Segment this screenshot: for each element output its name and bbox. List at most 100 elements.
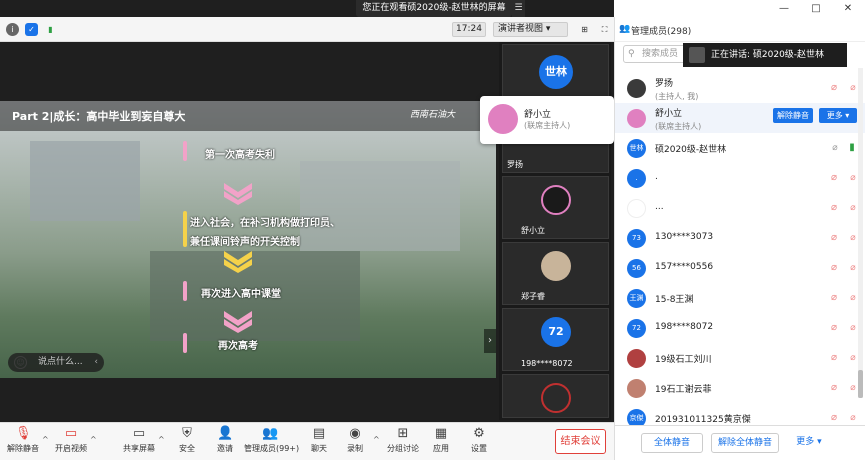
participant-row[interactable]: 73 130****3073 ⌀ ⌀ (615, 223, 865, 253)
step-marker (183, 281, 187, 301)
meeting-timer: 17:24 (452, 22, 486, 37)
video-tile[interactable]: 72 198****8072 (502, 308, 609, 371)
step-marker (183, 141, 187, 161)
mic-off-icon[interactable]: ⌀ (829, 232, 839, 244)
avatar (689, 47, 705, 63)
avatar (627, 109, 646, 128)
participant-row[interactable]: 19级石工刘川 ⌀ ⌀ (615, 343, 865, 373)
shield-icon[interactable]: ✓ (25, 23, 38, 36)
mic-on-icon[interactable]: ▮ (847, 142, 857, 154)
participant-row[interactable]: 19石工谢云菲 ⌀ ⌀ (615, 373, 865, 403)
slide-background-building (300, 161, 460, 251)
settings-button[interactable]: ⚙ 设置 (456, 425, 502, 459)
breakout-icon: ⊞ (397, 426, 409, 441)
chevron-right-icon[interactable]: › (484, 329, 496, 353)
video-off-icon[interactable]: ⌀ (847, 412, 859, 424)
mic-off-icon[interactable]: ⌀ (829, 262, 839, 274)
chevron-up-icon[interactable]: ^ (90, 435, 97, 444)
mute-all-button[interactable]: 全体静音 (641, 433, 703, 453)
participant-row[interactable]: 罗扬 (主持人, 我) ⌀ ⌀ (615, 73, 865, 103)
unmute-participant-button[interactable]: 解除静音 (773, 108, 813, 123)
chevron-down-icon[interactable]: ☰ (512, 0, 525, 17)
participant-row[interactable]: 56 157****0556 ⌀ ⌀ (615, 253, 865, 283)
view-mode-dropdown[interactable]: 演讲者视图 ▾ (493, 22, 568, 37)
speaker-role: (联席主持人) (524, 121, 571, 130)
avatar: 56 (627, 259, 646, 278)
participant-row[interactable]: 72 198****8072 ⌀ ⌀ (615, 313, 865, 343)
mic-off-icon[interactable]: ⌀ (829, 82, 839, 94)
minimize-button[interactable]: — (778, 3, 790, 15)
signal-icon[interactable]: ▮ (44, 23, 57, 36)
participant-name: ... (655, 202, 664, 212)
manage-participants-button[interactable]: 👥 管理成员(99+) (244, 425, 299, 459)
participant-name: 19级石工刘川 (655, 355, 712, 365)
mic-off-icon[interactable]: ⌀ (829, 322, 839, 334)
chevron-left-icon[interactable]: ‹ (94, 353, 98, 372)
avatar: 72 (541, 317, 571, 347)
mic-off-icon[interactable]: ⌀ (829, 292, 839, 304)
video-tile[interactable]: 舒小立 (502, 176, 609, 239)
unmute-all-button[interactable]: 解除全体静音 (711, 433, 779, 453)
gear-icon: ⚙ (473, 426, 485, 441)
step-marker (183, 211, 187, 247)
record-button[interactable]: ◉ 录制 (332, 425, 378, 459)
video-tile[interactable]: 郑子睿 (502, 242, 609, 305)
avatar (627, 79, 646, 98)
chevron-down-icon (224, 251, 252, 273)
avatar (627, 349, 646, 368)
chevron-up-icon[interactable]: ^ (373, 435, 380, 444)
chat-icon: ▤ (312, 426, 326, 441)
video-tile[interactable] (502, 374, 609, 418)
mic-off-icon[interactable]: ⌀ (829, 382, 839, 394)
step-3: 再次进入高中课堂 (201, 289, 281, 300)
chat-input[interactable]: 说点什么... ‹ (8, 353, 104, 372)
mic-off-icon[interactable]: ⌀ (829, 352, 839, 364)
avatar (627, 379, 646, 398)
fullscreen-icon[interactable]: ⛶ (598, 23, 611, 36)
participant-row[interactable]: 世林 硕2020级-赵世林 ▮ ⌀ (615, 133, 865, 163)
screen-share-banner: 您正在观看硕2020级-赵世林的屏幕 (356, 0, 512, 17)
avatar: 73 (627, 229, 646, 248)
panel-header: 👥 管理成员(298) (615, 17, 865, 42)
more-button[interactable]: 更多 ▾ (787, 433, 831, 453)
more-participant-button[interactable]: 更多 ▾ (819, 108, 857, 123)
unmute-button[interactable]: 🎙 解除静音 (0, 425, 46, 459)
chat-placeholder: 说点什么... (38, 357, 83, 367)
video-off-icon[interactable]: ⌀ (829, 142, 841, 154)
search-input[interactable]: ⚲ 搜索成员 (623, 45, 687, 63)
info-icon[interactable]: i (6, 23, 19, 36)
avatar (488, 104, 518, 134)
mic-off-icon[interactable]: ⌀ (829, 202, 839, 214)
tile-name: 198****8072 (521, 359, 573, 368)
participant-row[interactable]: 王渊 15-8王渊 ⌀ ⌀ (615, 283, 865, 313)
mic-off-icon[interactable]: ⌀ (829, 172, 839, 184)
tile-name: 郑子睿 (521, 292, 545, 301)
avatar (627, 199, 646, 218)
avatar (541, 251, 571, 281)
participant-row[interactable]: 舒小立 (联席主持人) 解除静音 更多 ▾ (615, 103, 865, 133)
share-screen-button[interactable]: ▭ 共享屏幕 (116, 425, 162, 459)
chevron-down-icon (224, 183, 252, 205)
close-button[interactable]: ✕ (842, 3, 854, 15)
meeting-app: i ✓ ▮ 17:24 演讲者视图 ▾ ⊞ ⛶ Part 2|成长：高中毕业到妄… (0, 0, 865, 460)
participant-row[interactable]: .. ⌀ ⌀ (615, 163, 865, 193)
maximize-button[interactable]: □ (810, 3, 822, 15)
avatar: 世林 (627, 139, 646, 158)
scrollbar[interactable] (858, 68, 863, 398)
monitor-icon: ▭ (132, 426, 146, 441)
grid-icon[interactable]: ⊞ (578, 23, 591, 36)
slide-title: Part 2|成长：高中毕业到妄自尊大 (12, 110, 186, 123)
scrollbar-thumb[interactable] (858, 370, 863, 398)
participant-name: 硕2020级-赵世林 (655, 145, 727, 155)
invite-button[interactable]: 👤 邀请 (202, 425, 248, 459)
start-video-button[interactable]: ▭ 开启视频 (48, 425, 94, 459)
record-icon: ◉ (349, 426, 361, 441)
participant-row[interactable]: ... ⌀ ⌀ (615, 193, 865, 223)
mic-off-icon[interactable]: ⌀ (829, 412, 839, 424)
step-2b: 兼任课间铃声的开关控制 (190, 237, 300, 248)
search-placeholder: 搜索成员 (642, 49, 679, 59)
end-meeting-button[interactable]: 结束会议 (555, 429, 606, 454)
avatar (541, 383, 571, 413)
participants-icon: 👥 (262, 426, 279, 441)
speaker-name: 舒小立 (524, 110, 552, 120)
